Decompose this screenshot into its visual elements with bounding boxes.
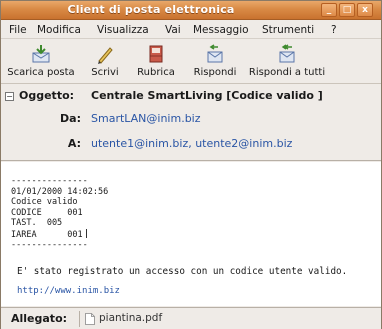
reply-all-icon bbox=[279, 44, 295, 63]
menu-vai[interactable]: Vai bbox=[165, 24, 181, 36]
report-line-with-cursor: IAREA 001 bbox=[11, 228, 108, 241]
title-bar[interactable]: Client di posta elettronica _ □ x bbox=[1, 1, 381, 20]
reply-all-button[interactable]: Rispondi a tutti bbox=[245, 40, 329, 84]
menu-visualizza[interactable]: Visualizza bbox=[97, 24, 149, 36]
menu-messaggio[interactable]: Messaggio bbox=[193, 24, 249, 36]
window-title: Client di posta elettronica bbox=[67, 3, 235, 16]
menu-file[interactable]: File bbox=[9, 24, 27, 36]
mail-client-window: Client di posta elettronica _ □ x File M… bbox=[0, 0, 382, 329]
from-value[interactable]: SmartLAN@inim.biz bbox=[91, 112, 201, 125]
to-row: A: utente1@inim.biz, utente2@inim.biz bbox=[1, 137, 381, 155]
attachment-bar: Allegato: piantina.pdf bbox=[1, 307, 381, 329]
report-block: --------------- 01/01/2000 14:02:56 Codice… bbox=[11, 176, 108, 251]
close-button[interactable]: x bbox=[357, 3, 373, 17]
access-message: E' stato registrato un accesso con un co… bbox=[17, 266, 348, 277]
reply-button[interactable]: Rispondi bbox=[187, 40, 243, 84]
download-mail-button[interactable]: Scarica posta bbox=[3, 40, 79, 84]
message-body[interactable]: --------------- 01/01/2000 14:02:56 Codice… bbox=[1, 162, 381, 306]
message-header: − Oggetto: Centrale SmartLiving [Codice … bbox=[1, 85, 381, 161]
from-row: Da: SmartLAN@inim.biz bbox=[1, 112, 381, 130]
website-link[interactable]: http://www.inim.biz bbox=[17, 286, 120, 296]
reply-label: Rispondi bbox=[193, 67, 237, 78]
attachment-divider bbox=[79, 311, 80, 327]
report-line: TAST. 005 bbox=[11, 218, 63, 228]
menu-strumenti[interactable]: Strumenti bbox=[262, 24, 314, 36]
subject-row: − Oggetto: Centrale SmartLiving [Codice … bbox=[1, 89, 381, 107]
attachment-label: Allegato: bbox=[11, 312, 68, 325]
collapse-header-toggle[interactable]: − bbox=[5, 92, 14, 101]
document-icon bbox=[85, 313, 95, 325]
report-line: CODICE 001 bbox=[11, 207, 83, 218]
report-line: --------------- bbox=[11, 240, 88, 250]
maximize-button[interactable]: □ bbox=[339, 3, 355, 17]
to-label: A: bbox=[67, 137, 81, 150]
compose-button[interactable]: Scrivi bbox=[83, 40, 127, 84]
menu-help[interactable]: ? bbox=[331, 24, 337, 36]
subject-label: Oggetto: bbox=[19, 89, 75, 102]
from-label: Da: bbox=[60, 112, 81, 125]
attachment-file[interactable]: piantina.pdf bbox=[99, 312, 162, 324]
download-mail-label: Scarica posta bbox=[7, 67, 75, 78]
menu-bar: File Modifica Visualizza Vai Messaggio S… bbox=[1, 21, 381, 39]
address-book-icon bbox=[149, 45, 163, 63]
reply-icon bbox=[207, 44, 223, 63]
minimize-button[interactable]: _ bbox=[321, 3, 337, 17]
toolbar: Scarica posta Scrivi Rubrica Rispondi Ri… bbox=[1, 40, 381, 84]
compose-label: Scrivi bbox=[91, 67, 119, 78]
report-line: 01/01/2000 14:02:56 bbox=[11, 186, 109, 197]
address-book-label: Rubrica bbox=[137, 67, 175, 78]
compose-pen-icon bbox=[98, 47, 113, 64]
text-cursor bbox=[85, 228, 87, 238]
report-line: IAREA 001 bbox=[11, 229, 83, 240]
report-line: Codice valido bbox=[11, 197, 78, 207]
report-line: --------------- bbox=[11, 176, 88, 186]
menu-modifica[interactable]: Modifica bbox=[37, 24, 81, 36]
address-book-button[interactable]: Rubrica bbox=[131, 40, 181, 84]
download-mail-icon bbox=[32, 45, 50, 63]
to-value[interactable]: utente1@inim.biz, utente2@inim.biz bbox=[91, 137, 292, 150]
subject-value: Centrale SmartLiving [Codice valido ] bbox=[91, 89, 323, 102]
reply-all-label: Rispondi a tutti bbox=[248, 67, 326, 78]
